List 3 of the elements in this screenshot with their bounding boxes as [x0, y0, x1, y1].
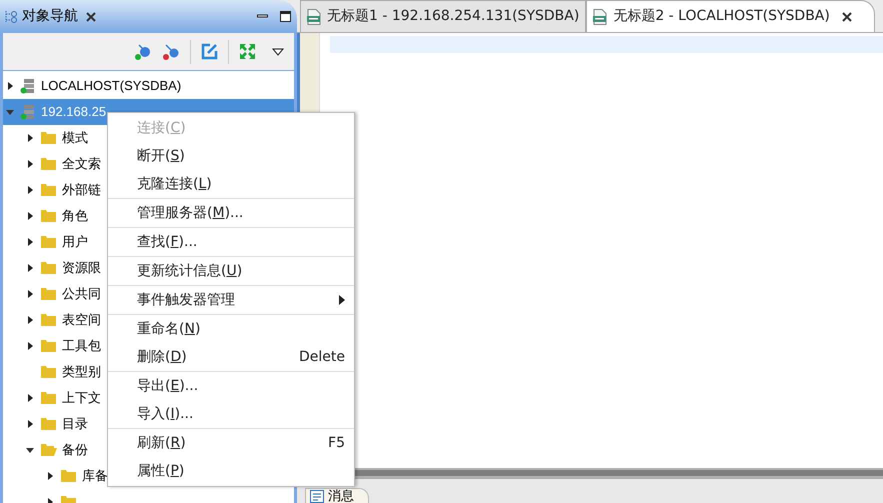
shortcut-text: F5 — [328, 434, 345, 452]
navigator-title: 对象导航 — [22, 7, 78, 26]
shortcut-text: Delete — [299, 348, 345, 366]
